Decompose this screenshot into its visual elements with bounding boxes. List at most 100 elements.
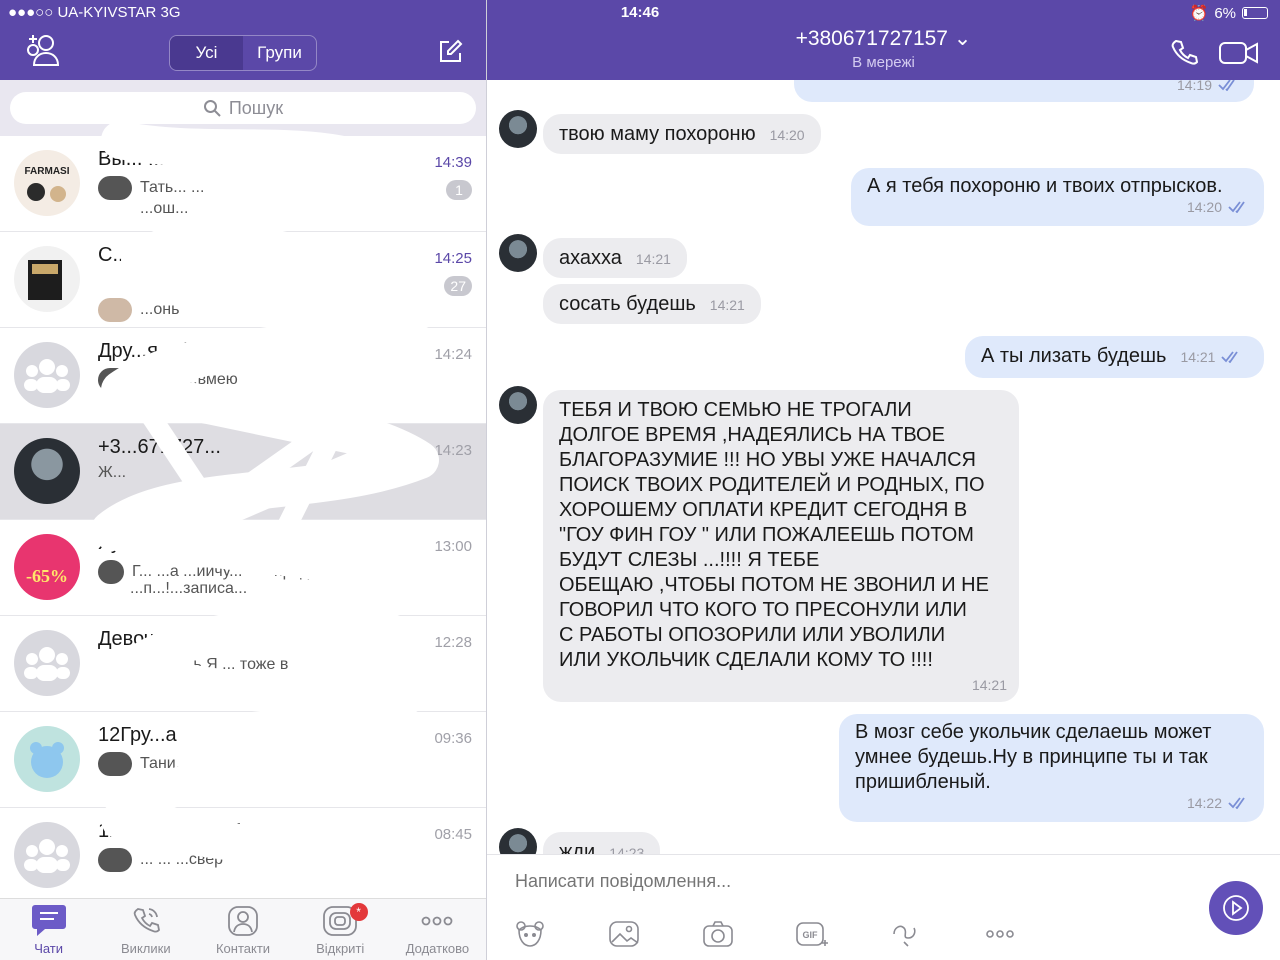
avatar bbox=[499, 386, 537, 424]
tab-label: Виклики bbox=[121, 941, 171, 956]
gif-icon: GIF bbox=[796, 922, 828, 946]
avatar: FARMASI bbox=[14, 150, 80, 216]
message-bubble-outgoing[interactable]: 14:19 bbox=[794, 80, 1254, 102]
add-contact-button[interactable] bbox=[22, 32, 64, 68]
tab-groups[interactable]: Групи bbox=[243, 36, 316, 70]
group-icon bbox=[24, 839, 70, 873]
message-time: 14:21 bbox=[971, 677, 1007, 693]
search-input[interactable]: Пошук bbox=[10, 92, 476, 124]
chat-name: Хус... ... bbox=[98, 532, 170, 554]
message-time: 14:21 bbox=[1180, 349, 1216, 365]
chat-item[interactable]: -65% Хус... ... Г... ...а ...ийчу... Рас… bbox=[0, 520, 486, 616]
call-button[interactable] bbox=[1168, 36, 1200, 68]
unread-badge: 1 bbox=[446, 180, 472, 200]
compose-button[interactable] bbox=[434, 36, 466, 68]
avatar bbox=[499, 828, 537, 854]
message-time: 14:19 bbox=[1177, 80, 1238, 98]
chat-filter-segmented: Усі Групи bbox=[169, 35, 317, 71]
chat-name: 12Гру...а bbox=[98, 724, 177, 746]
gif-button[interactable]: GIF bbox=[791, 917, 833, 951]
message-bubble-incoming[interactable]: жди 14:23 bbox=[543, 832, 661, 854]
doodle-icon bbox=[893, 925, 916, 947]
chat-name: Дру...я ...(...ю))) bbox=[98, 340, 239, 362]
chat-name: С...Т... ...ы... bbox=[98, 244, 210, 266]
chat-item[interactable]: +3...671727... Ж... 14:23 bbox=[0, 424, 486, 520]
chat-time: 14:39 bbox=[434, 154, 472, 171]
chat-item[interactable]: Девоч...и ...ки ... ...о...ь Я ... тоже … bbox=[0, 616, 486, 712]
message-time: 14:22 bbox=[1187, 790, 1248, 816]
message-text: В мозг себе укольчик сделаешь может умне… bbox=[855, 721, 1212, 793]
compose-icon bbox=[440, 39, 463, 62]
message-bubble-incoming[interactable]: сосать будешь 14:21 bbox=[543, 284, 761, 324]
conversation-title[interactable]: +380671727157 ⌄ bbox=[487, 26, 1280, 51]
more-button[interactable] bbox=[979, 917, 1021, 951]
message-bubble-incoming[interactable]: ТЕБЯ И ТВОЮ СЕМЬЮ НЕ ТРОГАЛИ ДОЛГОЕ ВРЕМ… bbox=[543, 390, 1019, 702]
chat-time: 12:28 bbox=[434, 634, 472, 651]
clock: 14:46 bbox=[620, 4, 660, 21]
tab-chats[interactable]: Чати bbox=[0, 899, 97, 960]
chat-preview-2: ...п...!...записа... bbox=[130, 580, 248, 597]
double-check-icon bbox=[1218, 80, 1235, 91]
camera-icon bbox=[703, 921, 733, 947]
avatar bbox=[98, 176, 132, 200]
avatar bbox=[98, 298, 132, 322]
chat-icon bbox=[31, 905, 66, 936]
chat-item[interactable]: FARMASI Вы... ...ки Farmasi Тать... ... … bbox=[0, 136, 486, 232]
sticker-button[interactable] bbox=[509, 917, 551, 951]
voice-send-button[interactable] bbox=[1209, 881, 1263, 935]
phone-icon bbox=[133, 908, 160, 933]
chat-time: 14:24 bbox=[434, 346, 472, 363]
tab-public[interactable]: Відкриті * bbox=[292, 899, 389, 960]
chat-preview-2: ...ош... bbox=[140, 200, 189, 217]
chat-preview: Тать... ... bbox=[98, 176, 204, 200]
battery-percent: 6% bbox=[1214, 4, 1236, 22]
chat-preview-2: ...онь bbox=[98, 298, 179, 322]
tab-calls[interactable]: Виклики bbox=[97, 899, 194, 960]
chat-item[interactable]: 12Гру...а МК...И ... ... ...свер 08:45 bbox=[0, 808, 486, 898]
avatar bbox=[499, 234, 537, 272]
chat-name: Вы... ...ки Farmasi bbox=[98, 148, 263, 170]
tab-all[interactable]: Усі bbox=[170, 36, 243, 70]
camera-button[interactable] bbox=[697, 917, 739, 951]
avatar bbox=[499, 110, 537, 148]
avatar bbox=[14, 726, 80, 792]
message-bubble-outgoing[interactable]: А я тебя похороню и твоих отпрысков. 14:… bbox=[851, 168, 1264, 226]
message-bubble-outgoing[interactable]: А ты лизать будешь 14:21 bbox=[965, 336, 1264, 378]
more-icon bbox=[422, 916, 453, 926]
chat-item[interactable]: 12Гру...а Тани... ...оші то...е 09:36 bbox=[0, 712, 486, 808]
message-time: 14:20 bbox=[769, 127, 805, 143]
group-icon bbox=[24, 647, 70, 681]
chat-list: FARMASI Вы... ...ки Farmasi Тать... ... … bbox=[0, 136, 486, 898]
video-call-button[interactable] bbox=[1216, 38, 1262, 68]
double-check-icon bbox=[1221, 351, 1239, 363]
battery-status: ⏰ 6% bbox=[1190, 4, 1268, 22]
tab-contacts[interactable]: Контакти bbox=[194, 899, 291, 960]
message-bubble-outgoing[interactable]: В мозг себе укольчик сделаешь может умне… bbox=[839, 714, 1264, 822]
avatar bbox=[14, 438, 80, 504]
top-bar: ●●●○○ UA-KYIVSTAR 3G 14:46 ⏰ 6% Усі Груп… bbox=[0, 0, 1280, 80]
tab-label: Відкриті bbox=[316, 941, 365, 956]
avatar bbox=[14, 630, 80, 696]
tab-more[interactable]: Додатково bbox=[389, 899, 486, 960]
avatar bbox=[98, 848, 132, 872]
tab-label: Чати bbox=[34, 941, 64, 956]
chat-item[interactable]: С...Т... ...ы... ... ...ий ...онь 14:25 … bbox=[0, 232, 486, 328]
doodle-button[interactable] bbox=[885, 917, 927, 951]
battery-icon bbox=[1242, 7, 1268, 19]
gallery-button[interactable] bbox=[603, 917, 645, 951]
chat-preview: Тани... ...оші то...е bbox=[98, 752, 275, 776]
more-icon bbox=[986, 930, 1014, 938]
message-text: сосать будешь bbox=[559, 293, 696, 315]
message-bubble-incoming[interactable]: ахахха 14:21 bbox=[543, 238, 687, 278]
chat-preview: ... ...я ...вмею bbox=[98, 368, 238, 392]
video-camera-icon bbox=[1219, 42, 1258, 64]
chat-item[interactable]: Дру...я ...(...ю))) ... ...я ...вмею 14:… bbox=[0, 328, 486, 424]
chat-preview: ... ...о...ь Я ... тоже в bbox=[140, 656, 289, 673]
message-bubble-incoming[interactable]: твою маму похороню 14:20 bbox=[543, 114, 821, 154]
search-bar: Пошук bbox=[0, 80, 486, 136]
message-time: 14:23 bbox=[609, 845, 645, 854]
svg-text:FARMASI: FARMASI bbox=[25, 166, 70, 177]
message-input[interactable] bbox=[515, 871, 1155, 892]
bottom-tab-bar: Чати Виклики Контакти Відкриті * Додатко… bbox=[0, 898, 486, 960]
avatar bbox=[98, 560, 124, 584]
